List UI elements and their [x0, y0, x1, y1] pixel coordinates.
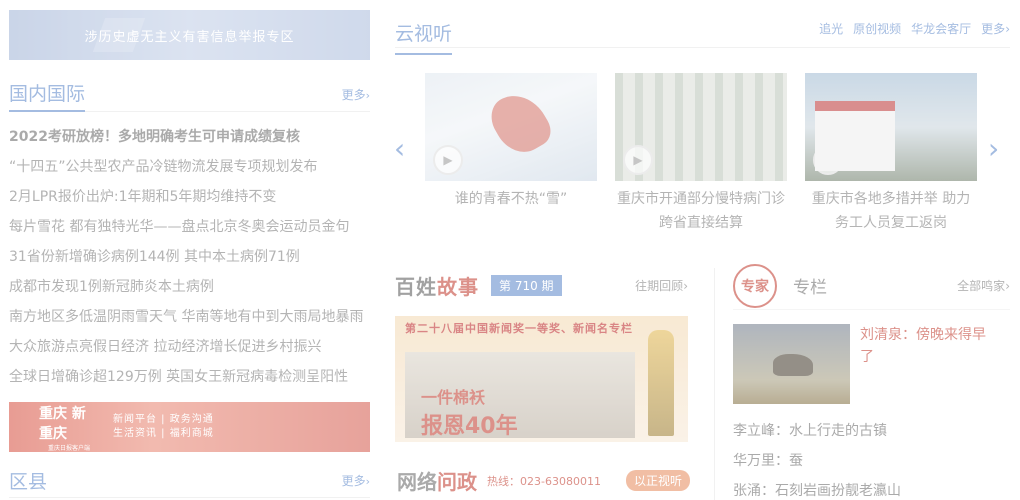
play-icon: ▶ [623, 145, 653, 175]
hotline-text: 热线：023-63080011 [487, 474, 601, 488]
baixing-header: 百姓故事 第 710 期 往期回顾› [395, 266, 688, 304]
news-item[interactable]: 31省份新增确诊病例144例 其中本土病例71例 [9, 242, 370, 272]
column-divider [714, 268, 715, 500]
report-banner-text: 涉历史虚无主义有害信息举报专区 [84, 29, 295, 45]
domestic-news-list: 2022考研放榜！多地明确考生可申请成绩复核 “十四五”公共型农产品冷链物流发展… [9, 122, 370, 392]
column-item[interactable]: 李立峰：水上行走的古镇 [733, 416, 1010, 446]
news-item[interactable]: 成都市发现1例新冠肺炎本土病例 [9, 272, 370, 302]
past-issues-link[interactable]: 往期回顾› [635, 277, 688, 294]
video-caption[interactable]: 谁的青春不热“雪” [425, 187, 597, 211]
chevron-right-icon: › [683, 278, 688, 293]
video-thumbnail: ▶ [805, 73, 977, 181]
domestic-title[interactable]: 国内国际 [9, 79, 86, 112]
county-section-header: 区县 更多› [9, 464, 370, 498]
story-photo-title-1: 一件棉袄 [421, 388, 486, 407]
yun-link-zhuiguang[interactable]: 追光 [819, 20, 843, 37]
new-chongqing-app-banner[interactable]: 重庆 新重庆 重庆日报客户端 新闻平台 | 政务沟通 生活资讯 | 福利商城 [9, 402, 370, 452]
domestic-section-header: 国内国际 更多› [9, 78, 370, 112]
baixing-story-section: 百姓故事 第 710 期 往期回顾› 第二十八届中国新闻奖一等奖、新闻名专栏 一… [395, 266, 688, 442]
baixing-logo[interactable]: 百姓故事 [395, 271, 479, 300]
all-columnists-link[interactable]: 全部鸣家› [957, 277, 1010, 294]
news-item[interactable]: 2月LPR报价出炉:1年期和5年期均维持不变 [9, 182, 370, 212]
play-icon: ▶ [433, 145, 463, 175]
column-header: 专家 专栏 全部鸣家› [733, 262, 1010, 310]
video-thumbnail: ▶ [425, 73, 597, 181]
chevron-right-icon: › [1005, 22, 1010, 36]
featured-column[interactable]: 刘清泉：傍晚来得早了 [733, 324, 1010, 404]
news-item[interactable]: 南方地区多低温阴雨雪天气 华南等地有中到大雨局地暴雨 [9, 302, 370, 332]
video-caption[interactable]: 重庆市开通部分慢特病门诊跨省直接结算 [615, 187, 787, 235]
column-section: 专家 专栏 全部鸣家› 刘清泉：傍晚来得早了 李立峰：水上行走的古镇 华万里：蚕… [733, 262, 1010, 500]
featured-column-image [733, 324, 850, 404]
wenzheng-logo[interactable]: 网络问政 [397, 466, 477, 495]
column-list: 李立峰：水上行走的古镇 华万里：蚕 张涌：石刻岩画扮靓老瀛山 [733, 416, 1010, 500]
yun-link-hualong-hall[interactable]: 华龙会客厅 [911, 20, 971, 37]
video-card[interactable]: ▶ 重庆市各地多措并举 助力务工人员复工返岗 [805, 73, 977, 235]
news-item[interactable]: 全球日增确诊超129万例 英国女王新冠病毒检测呈阳性 [9, 362, 370, 392]
wenzheng-bar: 网络问政 热线：023-63080011 以正视听 [397, 466, 690, 495]
carousel-next-arrow-icon[interactable]: › [988, 132, 999, 165]
story-photo-title-2: 报恩40年 [421, 414, 518, 439]
report-banner[interactable]: 涉历史虚无主义有害信息举报专区 [9, 10, 370, 60]
carousel-prev-arrow-icon[interactable]: ‹ [394, 132, 405, 165]
yun-links: 追光 原创视频 华龙会客厅 更多› [819, 20, 1010, 37]
yun-link-original-video[interactable]: 原创视频 [853, 20, 901, 37]
news-item[interactable]: “十四五”公共型农产品冷链物流发展专项规划发布 [9, 152, 370, 182]
chevron-right-icon: › [1005, 279, 1010, 293]
video-thumbnail: ▶ [615, 73, 787, 181]
promo-slogan: 新闻平台 | 政务沟通 生活资讯 | 福利商城 [113, 414, 214, 439]
yun-section-header: 云视听 追光 原创视频 华龙会客厅 更多› [395, 10, 1010, 55]
left-column: 涉历史虚无主义有害信息举报专区 国内国际 更多› 2022考研放榜！多地明确考生… [9, 10, 370, 498]
trophy-icon [648, 330, 674, 436]
county-more-link[interactable]: 更多› [342, 472, 370, 497]
issue-badge: 第 710 期 [491, 274, 562, 296]
domestic-more-link[interactable]: 更多› [342, 86, 370, 111]
column-title[interactable]: 专栏 [793, 273, 827, 298]
video-caption[interactable]: 重庆市各地多措并举 助力务工人员复工返岗 [805, 187, 977, 235]
column-item[interactable]: 张涌：石刻岩画扮靓老瀛山 [733, 476, 1010, 500]
new-chongqing-logo: 重庆 新重庆 重庆日报客户端 [39, 405, 90, 452]
play-icon: ▶ [813, 145, 843, 175]
chevron-right-icon: › [365, 475, 370, 488]
yun-title[interactable]: 云视听 [395, 13, 453, 55]
video-card[interactable]: ▶ 重庆市开通部分慢特病门诊跨省直接结算 [615, 73, 787, 235]
news-item[interactable]: 每片雪花 都有独特光华——盘点北京冬奥会运动员金句 [9, 212, 370, 242]
chevron-right-icon: › [365, 89, 370, 102]
news-item[interactable]: 2022考研放榜！多地明确考生可申请成绩复核 [9, 122, 370, 152]
column-item[interactable]: 华万里：蚕 [733, 446, 1010, 476]
news-item[interactable]: 大众旅游点亮假日经济 拉动经济增长促进乡村振兴 [9, 332, 370, 362]
county-title[interactable]: 区县 [9, 467, 47, 498]
expert-badge-icon: 专家 [733, 263, 777, 308]
baixing-feature-image[interactable]: 第二十八届中国新闻奖一等奖、新闻名专栏 一件棉袄 报恩40年 [395, 316, 688, 442]
yun-more-link[interactable]: 更多› [981, 20, 1010, 37]
video-card[interactable]: ▶ 谁的青春不热“雪” [425, 73, 597, 211]
award-strip: 第二十八届中国新闻奖一等奖、新闻名专栏 [405, 322, 633, 335]
featured-column-title[interactable]: 刘清泉：傍晚来得早了 [860, 324, 995, 404]
yizheng-shiting-button[interactable]: 以正视听 [625, 470, 690, 491]
